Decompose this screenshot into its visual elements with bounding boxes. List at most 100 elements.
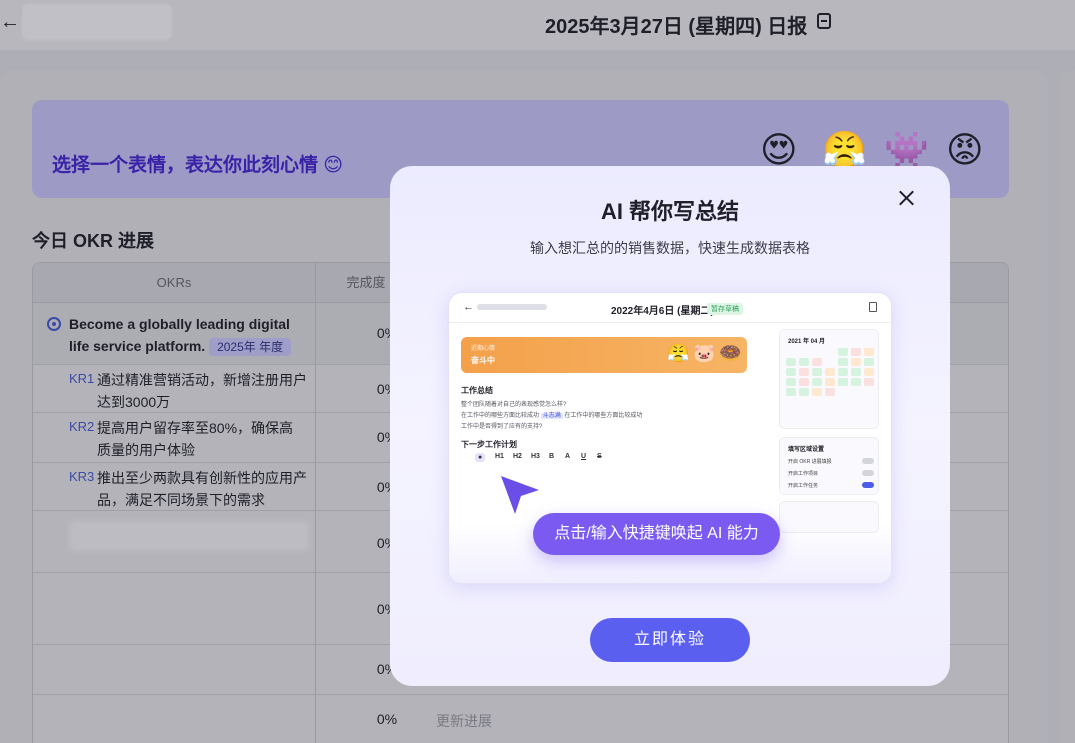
preview-settings-title: 填写区域设置 — [788, 447, 825, 453]
close-icon[interactable] — [895, 186, 919, 210]
preview-toggle — [862, 470, 874, 476]
preview-calendar-day — [786, 388, 796, 396]
preview-line: 整个团队随着对自己的表现感觉怎么样? — [461, 402, 567, 408]
preview-calendar-day — [838, 368, 848, 376]
preview-line: 在工作中的哪些方面比较成功 斗志满 在工作中的哪些方面比较成功 — [461, 413, 643, 419]
kr-text: 推出至少两款具有创新性的应用产品，满足不同场景下的需求 — [97, 470, 307, 508]
preview-calendar-day — [864, 378, 874, 386]
preview-trash-icon — [869, 302, 877, 312]
emoji-determined-icon[interactable]: 😤 — [822, 130, 867, 170]
preview-section-plan: 下一步工作计划 — [461, 440, 517, 449]
preview-banner-big: 奋斗中 — [471, 356, 495, 365]
preview-tool: H1 — [495, 453, 504, 460]
kr-label: KR1 — [69, 371, 95, 386]
column-header-okrs: OKRs — [33, 263, 315, 303]
preview-tool: B — [549, 453, 555, 460]
preview-calendar-day — [812, 348, 822, 356]
preview-emoji-icon: 🐷 — [693, 343, 716, 363]
preview-tool: A — [565, 453, 571, 460]
column-divider — [315, 263, 316, 743]
kr-label: KR3 — [69, 469, 95, 484]
modal-subtitle: 输入想汇总的的销售数据，快速生成数据表格 — [530, 240, 810, 256]
preview-emoji-icon: 😤 — [667, 343, 690, 363]
try-now-button[interactable]: 立即体验 — [590, 618, 750, 662]
preview-toggle — [862, 458, 874, 464]
preview-mood-banner: 近期心情 奋斗中 😤 🐷 🍩 — [461, 337, 747, 373]
emoji-monster-icon[interactable]: 👾 — [884, 130, 929, 170]
preview-calendar-day — [851, 378, 861, 386]
modal-title: AI 帮你写总结 — [600, 199, 740, 224]
preview-settings: 填写区域设置 开启 OKR 进展填报 开启工作项目 开启工作任务 — [779, 437, 879, 495]
update-progress-link[interactable]: 更新进展 — [436, 711, 492, 731]
preview-calendar-day — [851, 348, 861, 356]
preview-ai-tool-icon: ● — [475, 453, 486, 462]
preview-calendar-day — [799, 358, 809, 366]
preview-calendar-day — [799, 348, 809, 356]
preview-calendar-day — [864, 348, 874, 356]
preview-calendar-day — [838, 348, 848, 356]
preview-calendar-day — [812, 358, 822, 366]
preview-tool: H2 — [513, 453, 522, 460]
side-card — [1060, 70, 1075, 743]
preview-calendar-day — [812, 388, 822, 396]
row-progress: 0% — [376, 711, 398, 727]
preview-calendar-day — [786, 378, 796, 386]
preview-calendar-day — [812, 378, 822, 386]
preview-calendar-title: 2021 年 04 月 — [788, 339, 826, 345]
okr-heading: 今日 OKR 进展 — [32, 231, 155, 251]
year-badge: 2025年 年度 — [209, 338, 292, 356]
preview-section-summary: 工作总结 — [461, 386, 493, 395]
preview-banner-small: 近期心情 — [471, 346, 496, 352]
preview-calendar-day — [799, 378, 809, 386]
preview-calendar-day — [799, 368, 809, 376]
preview-calendar-day — [799, 388, 809, 396]
report-icon[interactable] — [817, 13, 831, 29]
preview-calendar-day — [864, 358, 874, 366]
preview-calendar-day — [825, 348, 835, 356]
target-icon — [47, 317, 61, 331]
preview-calendar-day — [786, 348, 796, 356]
preview-tag: 暂存草稿 — [707, 303, 743, 315]
preview-calendar-day — [786, 368, 796, 376]
kr-label: KR2 — [69, 419, 95, 434]
kr-text: 通过精准营销活动，新增注册用户达到3000万 — [97, 372, 307, 410]
preview-calendar-day — [851, 388, 861, 396]
preview-setting: 开启 OKR 进展填报 — [788, 459, 832, 465]
preview-tool: S — [597, 453, 602, 460]
preview-calendar-day — [825, 368, 835, 376]
preview-calendar-day — [838, 378, 848, 386]
ai-hint-pill: 点击/输入快捷键唤起 AI 能力 — [533, 513, 780, 555]
preview-back-icon: ← — [463, 301, 474, 313]
preview-calendar-day — [851, 358, 861, 366]
page-title: 2025年3月27日 (星期四) 日报 — [545, 16, 808, 38]
preview-breadcrumb — [477, 304, 547, 310]
preview-calendar-day — [825, 388, 835, 396]
preview-highlight: 斗志满 — [540, 413, 563, 419]
emoji-love-icon[interactable]: 😍 — [760, 130, 798, 170]
preview-toggle — [862, 482, 874, 488]
objective-text: Become a globally leading digital life s… — [69, 316, 292, 356]
table-row: 0% 更新进展 — [33, 695, 1008, 743]
emoji-angry-icon[interactable]: 😡 — [946, 130, 984, 170]
preview-calendar-day — [786, 358, 796, 366]
preview-setting: 开启工作项目 — [788, 471, 819, 477]
preview-calendar-day — [864, 368, 874, 376]
preview-toolbar: ● H1 H2 H3 B A U S — [475, 453, 615, 467]
preview-calendar-day — [838, 358, 848, 366]
preview-calendar: 2021 年 04 月 — [779, 329, 879, 429]
preview-setting: 开启工作任务 — [788, 483, 819, 489]
preview-emoji-icon: 🍩 — [719, 343, 742, 363]
preview-calendar-day — [825, 358, 835, 366]
preview-tool: U — [581, 453, 587, 460]
ai-summary-modal: AI 帮你写总结 输入想汇总的的销售数据，快速生成数据表格 ← 2022年4月6… — [390, 166, 950, 686]
kr-text: 提高用户留存率至80%，确保高质量的用户体验 — [97, 420, 294, 458]
preview-calendar-day — [825, 378, 835, 386]
blurred-breadcrumb — [22, 4, 172, 40]
preview-calendar-grid — [786, 348, 874, 396]
preview-header: ← 2022年4月6日 (星期二) 日报 暂存草稿 — [449, 293, 891, 323]
preview-calendar-day — [838, 388, 848, 396]
blurred-content — [69, 521, 309, 551]
mood-prompt: 选择一个表情，表达你此刻心情 😊 — [52, 155, 344, 176]
back-arrow-icon[interactable]: ← — [0, 12, 20, 32]
preview-line: 工作中是否得到了应有的支持? — [461, 424, 543, 430]
